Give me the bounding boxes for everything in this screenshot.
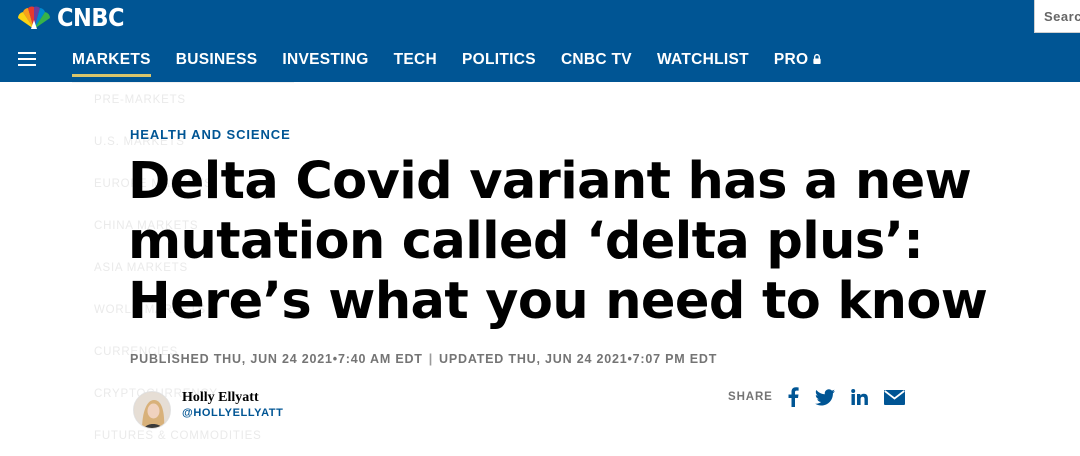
nav-item-investing[interactable]: INVESTING — [282, 49, 368, 71]
author-twitter-handle[interactable]: @HOLLYELLYATT — [182, 407, 283, 419]
section-label-link[interactable]: HEALTH AND SCIENCE — [130, 127, 291, 142]
updated-time: UPDATED THU, JUN 24 2021•7:07 PM EDT — [439, 352, 718, 366]
share-bar: SHARE — [728, 386, 905, 408]
hamburger-menu-icon[interactable] — [18, 52, 36, 66]
published-time: PUBLISHED THU, JUN 24 2021•7:40 AM EDT — [130, 352, 423, 366]
main-nav: MARKETS BUSINESS INVESTING TECH POLITICS… — [72, 49, 847, 77]
nav-item-pro-label: PRO — [773, 51, 809, 68]
peacock-logo-icon — [17, 6, 51, 29]
facebook-icon[interactable] — [787, 386, 799, 408]
submenu-divider — [72, 82, 294, 83]
author-photo-icon — [134, 392, 170, 428]
twitter-icon[interactable] — [814, 386, 835, 408]
search-box[interactable] — [1034, 0, 1080, 33]
nav-item-markets[interactable]: MARKETS — [72, 49, 151, 77]
logo-text: CNBC — [57, 3, 124, 32]
nav-item-politics[interactable]: POLITICS — [462, 49, 536, 71]
nav-item-watchlist[interactable]: WATCHLIST — [657, 49, 749, 71]
submenu-item[interactable]: PRE-MARKETS — [94, 94, 186, 106]
email-icon[interactable] — [883, 386, 905, 408]
timestamp-separator: | — [428, 352, 434, 366]
nav-item-cnbc-tv[interactable]: CNBC TV — [561, 49, 632, 71]
article-headline: Delta Covid variant has a new mutation c… — [128, 152, 988, 331]
nav-item-pro[interactable]: PRO — [774, 49, 823, 71]
lock-icon — [813, 54, 822, 64]
nav-item-business[interactable]: BUSINESS — [176, 49, 258, 71]
nav-item-tech[interactable]: TECH — [394, 49, 437, 71]
top-navigation-bar: CNBC MARKETS BUSINESS INVESTING TECH POL… — [0, 0, 1080, 82]
author-name[interactable]: Holly Ellyatt — [182, 390, 259, 406]
search-input[interactable] — [1035, 0, 1080, 32]
linkedin-icon[interactable] — [850, 386, 868, 408]
cnbc-logo[interactable]: CNBC — [14, 5, 124, 31]
share-label: SHARE — [728, 391, 773, 403]
publish-timestamps: PUBLISHED THU, JUN 24 2021•7:40 AM EDT | U… — [130, 352, 717, 366]
submenu-item[interactable]: FUTURES & COMMODITIES — [94, 430, 262, 442]
author-avatar[interactable] — [133, 391, 171, 429]
